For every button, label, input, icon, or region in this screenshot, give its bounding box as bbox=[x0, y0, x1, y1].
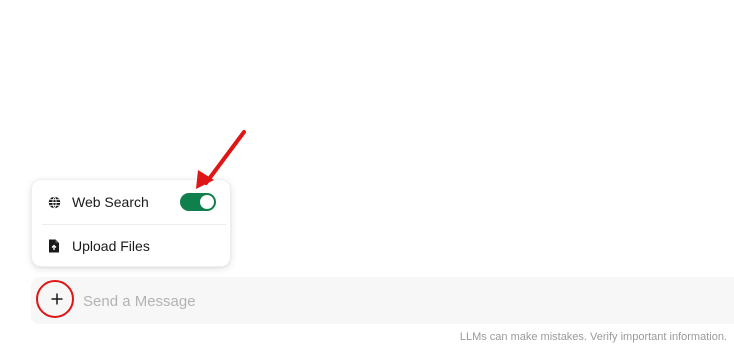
toggle-knob bbox=[200, 195, 214, 209]
add-button[interactable] bbox=[40, 288, 74, 314]
file-upload-icon bbox=[47, 239, 61, 253]
attachments-menu: Web Search Upload Files bbox=[31, 179, 231, 267]
plus-icon bbox=[51, 292, 63, 310]
menu-item-web-search[interactable]: Web Search bbox=[32, 180, 230, 224]
web-search-toggle[interactable] bbox=[180, 193, 216, 211]
chat-page: Web Search Upload Files LLM bbox=[0, 0, 734, 350]
upload-files-label: Upload Files bbox=[72, 238, 150, 254]
message-input[interactable] bbox=[83, 288, 723, 314]
menu-item-upload-files[interactable]: Upload Files bbox=[32, 224, 230, 268]
globe-icon bbox=[47, 195, 61, 209]
disclaimer-text: LLMs can make mistakes. Verify important… bbox=[459, 331, 727, 343]
web-search-label: Web Search bbox=[72, 194, 149, 210]
